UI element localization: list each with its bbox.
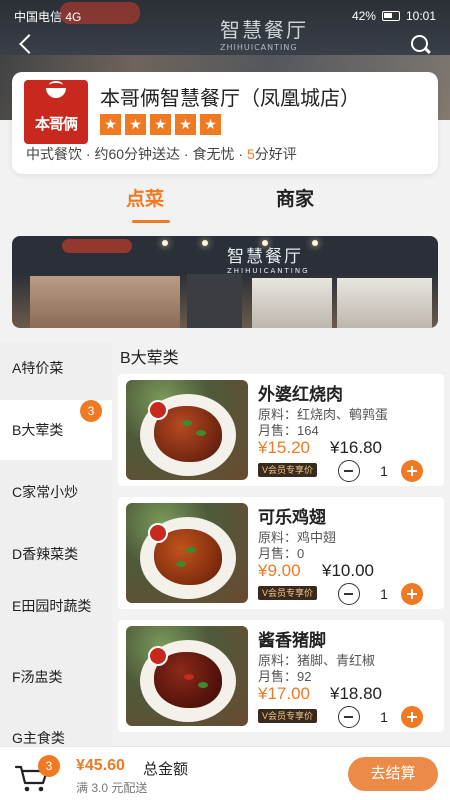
- tab-order[interactable]: 点菜: [126, 184, 164, 211]
- dish-price: ¥9.00: [258, 561, 301, 580]
- star-icon: ★: [100, 114, 121, 135]
- decrease-quantity-button[interactable]: [338, 460, 360, 482]
- minimum-delivery-note: 满 3.0 元配送: [76, 781, 148, 795]
- dish-card[interactable]: 可乐鸡翅 原料：鸡中翅 月售：0 ¥9.00 ¥10.00 V会员专享价 1: [118, 497, 444, 609]
- dish-card[interactable]: 酱香猪脚 原料：猪脚、青红椒 月售：92 ¥17.00 ¥18.80 V会员专享…: [118, 620, 444, 732]
- cart-bar: 3 ¥45.60 总金额 满 3.0 元配送 去结算: [0, 746, 450, 800]
- status-bar: 中国电信 4G 42% 10:01: [0, 0, 450, 32]
- banner-sign: 智慧餐厅 ZHIHUICANTING: [227, 247, 310, 275]
- dish-member-price: ¥18.80: [330, 684, 382, 703]
- star-icon: ★: [125, 114, 146, 135]
- dish-name: 外婆红烧肉: [258, 385, 343, 404]
- increase-quantity-button[interactable]: [401, 583, 423, 605]
- lamp: [202, 240, 208, 246]
- bowl-icon: [46, 81, 66, 98]
- banner-window: [252, 278, 332, 328]
- category-item[interactable]: G主食类: [0, 728, 112, 746]
- store-logo: 本哥俩: [24, 80, 88, 144]
- star-icon: ★: [150, 114, 171, 135]
- lamp: [162, 240, 168, 246]
- star-icon: ★: [175, 114, 196, 135]
- category-item[interactable]: D香辣菜类: [0, 544, 112, 564]
- store-meta: 中式餐饮 · 约60分钟送达 · 食无忧 · 5分好评: [26, 146, 297, 162]
- tab-bar: 点菜 商家: [0, 184, 450, 224]
- banner-door: [187, 274, 242, 328]
- brand-stamp-icon: [148, 646, 168, 666]
- vip-price-tag: V会员专享价: [258, 463, 318, 477]
- dish-quantity: 1: [380, 709, 388, 725]
- battery-percent: 42%: [351, 9, 376, 23]
- category-item[interactable]: C家常小炒: [0, 482, 112, 502]
- checkout-button[interactable]: 去结算: [348, 757, 438, 791]
- dish-photo: [126, 503, 248, 603]
- store-info-card: 本哥俩 本哥俩智慧餐厅（凤凰城店） ★ ★ ★ ★ ★ 中式餐饮 · 约60分钟…: [12, 72, 438, 174]
- store-banner-image[interactable]: 智慧餐厅 ZHIHUICANTING: [12, 236, 438, 328]
- banner-window: [337, 278, 432, 328]
- category-item[interactable]: A特价菜: [0, 358, 112, 378]
- cart-total-amount: ¥45.60: [76, 757, 125, 774]
- store-name: 本哥俩智慧餐厅（凤凰城店）: [100, 88, 360, 110]
- lamp: [312, 240, 318, 246]
- dish-photo: [126, 380, 248, 480]
- dish-monthly-sales: 月售：164: [258, 423, 319, 438]
- category-item[interactable]: E田园时蔬类: [0, 596, 112, 616]
- active-tab-indicator: [132, 220, 170, 223]
- search-icon[interactable]: [410, 34, 432, 56]
- dish-price: ¥17.00: [258, 684, 310, 703]
- cart-count-badge: 3: [38, 755, 60, 777]
- decrease-quantity-button[interactable]: [338, 583, 360, 605]
- vip-price-tag: V会员专享价: [258, 586, 318, 600]
- clock: 10:01: [405, 9, 436, 23]
- dish-name: 酱香猪脚: [258, 631, 326, 650]
- battery-icon: [381, 11, 400, 21]
- dish-member-price: ¥10.00: [322, 561, 374, 580]
- dish-quantity: 1: [380, 463, 388, 479]
- category-sidebar: A特价菜 B大荤类 3 C家常小炒 D香辣菜类 E田园时蔬类 F汤盅类 G主食类: [0, 342, 112, 746]
- banner-window: [30, 276, 180, 328]
- section-title: B大荤类: [120, 350, 179, 367]
- carrier-label: 中国电信 4G: [14, 9, 82, 24]
- lamp: [262, 240, 268, 246]
- tab-merchant[interactable]: 商家: [276, 184, 314, 211]
- vip-price-tag: V会员专享价: [258, 709, 318, 723]
- dish-name: 可乐鸡翅: [258, 508, 326, 527]
- star-icon: ★: [200, 114, 221, 135]
- dish-card[interactable]: 外婆红烧肉 原料：红烧肉、鹌鹑蛋 月售：164 ¥15.20 ¥16.80 V会…: [118, 374, 444, 486]
- dish-monthly-sales: 月售：92: [258, 669, 312, 684]
- brand-stamp-icon: [148, 400, 168, 420]
- dish-quantity: 1: [380, 586, 388, 602]
- back-arrow-icon[interactable]: [16, 32, 40, 56]
- cart-total-label: 总金额: [143, 761, 189, 778]
- banner-logo-sign: [62, 239, 132, 253]
- category-item[interactable]: F汤盅类: [0, 667, 112, 687]
- increase-quantity-button[interactable]: [401, 460, 423, 482]
- decrease-quantity-button[interactable]: [338, 706, 360, 728]
- rating-stars: ★ ★ ★ ★ ★: [100, 114, 221, 135]
- dish-price: ¥15.20: [258, 438, 310, 457]
- dish-monthly-sales: 月售：0: [258, 546, 305, 561]
- category-badge: 3: [80, 400, 102, 422]
- dish-member-price: ¥16.80: [330, 438, 382, 457]
- dish-photo: [126, 626, 248, 726]
- brand-stamp-icon: [148, 523, 168, 543]
- increase-quantity-button[interactable]: [401, 706, 423, 728]
